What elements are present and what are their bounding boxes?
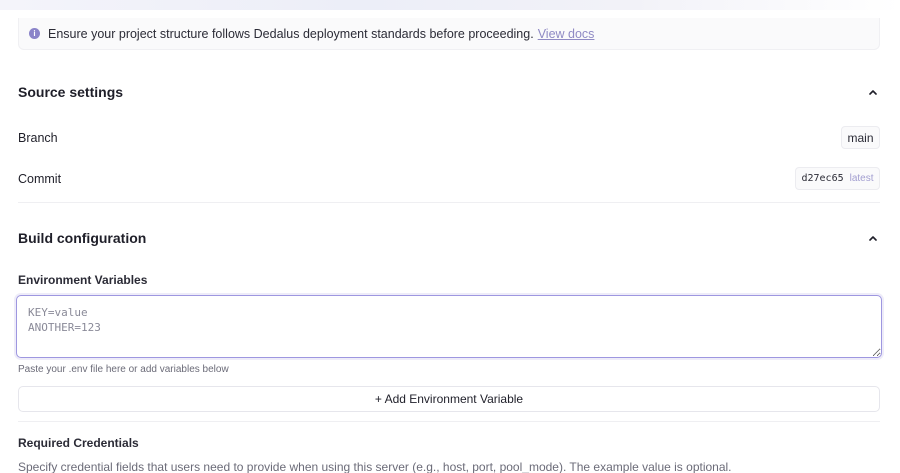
environment-variables-label: Environment Variables (18, 273, 148, 287)
top-gradient-strip (0, 0, 900, 10)
build-configuration-collapse-toggle[interactable] (866, 231, 880, 245)
source-settings-title: Source settings (18, 84, 124, 100)
commit-value-chip[interactable]: d27ec65 latest (795, 167, 880, 190)
commit-hash: d27ec65 (801, 173, 844, 184)
required-credentials-label: Required Credentials (18, 436, 139, 450)
build-configuration-title: Build configuration (18, 230, 147, 246)
deployment-settings-panel: i Ensure your project structure follows … (0, 0, 900, 473)
info-icon: i (29, 28, 40, 39)
branch-value-chip[interactable]: main (841, 126, 880, 149)
commit-latest-tag: latest (849, 173, 874, 184)
source-settings-collapse-toggle[interactable] (866, 85, 880, 99)
chevron-up-icon (869, 236, 877, 241)
env-helper-text: Paste your .env file here or add variabl… (18, 364, 229, 375)
chevron-up-icon (869, 90, 877, 95)
commit-label: Commit (18, 172, 62, 186)
add-environment-variable-button[interactable]: + Add Environment Variable (18, 386, 880, 412)
notice-text: Ensure your project structure follows De… (48, 26, 534, 41)
info-notice: i Ensure your project structure follows … (18, 18, 880, 50)
branch-label: Branch (18, 131, 58, 145)
environment-variables-textarea[interactable] (16, 295, 882, 358)
required-credentials-description: Specify credential fields that users nee… (18, 460, 732, 473)
view-docs-link[interactable]: View docs (538, 27, 595, 41)
section-divider (18, 202, 880, 203)
section-divider (18, 421, 880, 422)
